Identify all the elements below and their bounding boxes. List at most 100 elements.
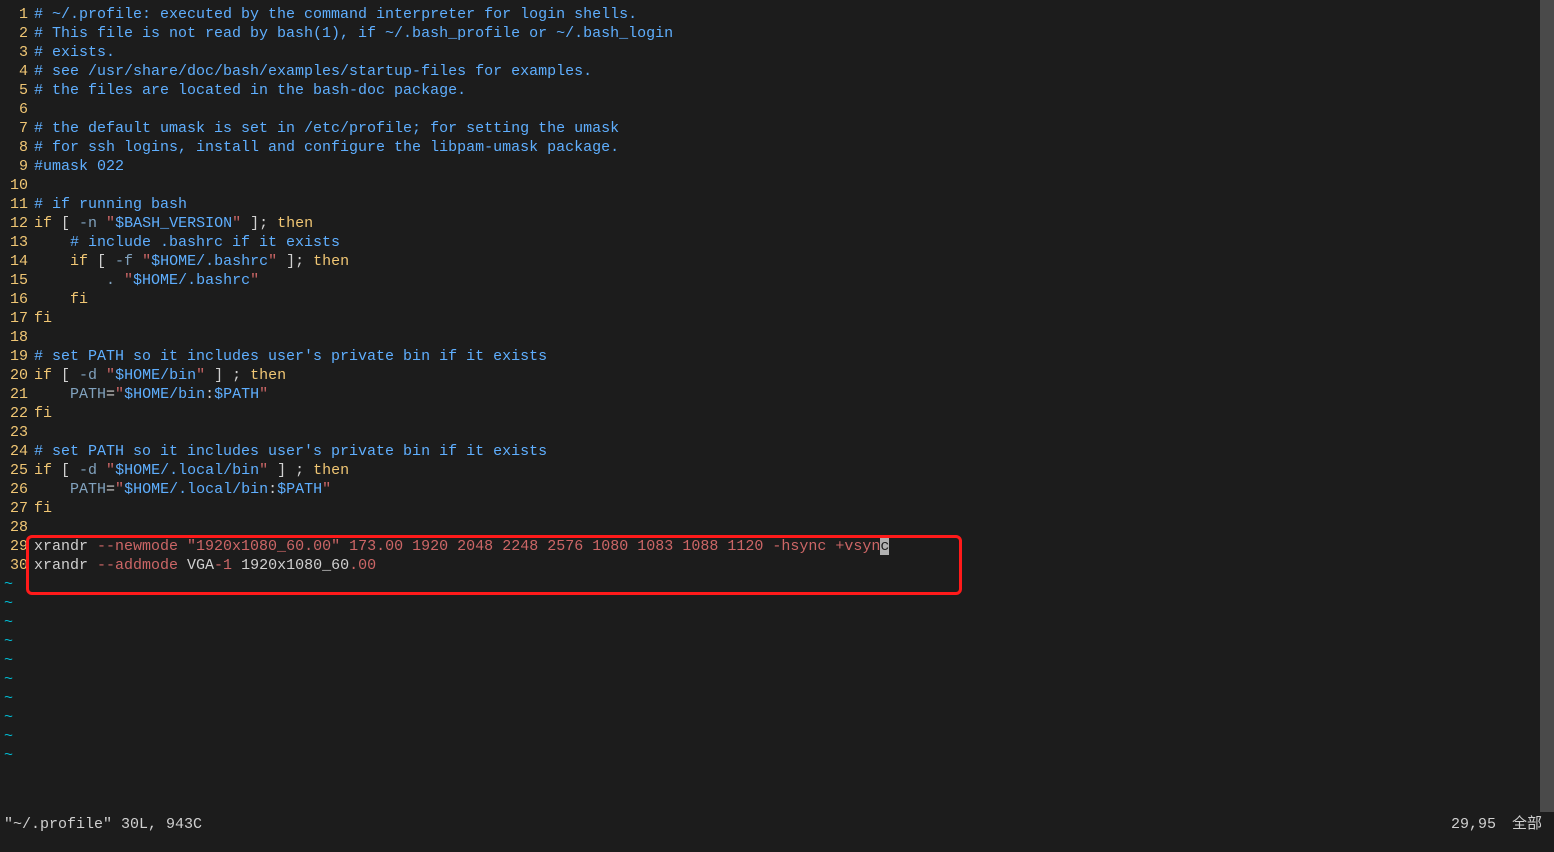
line-number: 8	[0, 138, 34, 157]
empty-line-tilde: ~	[0, 594, 1554, 613]
line-content[interactable]: # This file is not read by bash(1), if ~…	[34, 24, 1554, 43]
code-line[interactable]: 27fi	[0, 499, 1554, 518]
empty-line-tilde: ~	[0, 651, 1554, 670]
line-content[interactable]: if [ -f "$HOME/.bashrc" ]; then	[34, 252, 1554, 271]
status-bar: "~/.profile" 30L, 943C 29,95 全部	[4, 815, 1550, 834]
line-content[interactable]: if [ -d "$HOME/.local/bin" ] ; then	[34, 461, 1554, 480]
code-line[interactable]: 24# set PATH so it includes user's priva…	[0, 442, 1554, 461]
line-content[interactable]	[34, 176, 1554, 195]
line-content[interactable]: # set PATH so it includes user's private…	[34, 347, 1554, 366]
code-line[interactable]: 4# see /usr/share/doc/bash/examples/star…	[0, 62, 1554, 81]
line-content[interactable]: PATH="$HOME/.local/bin:$PATH"	[34, 480, 1554, 499]
line-number: 7	[0, 119, 34, 138]
code-line[interactable]: 11# if running bash	[0, 195, 1554, 214]
code-line[interactable]: 15 . "$HOME/.bashrc"	[0, 271, 1554, 290]
line-content[interactable]: fi	[34, 309, 1554, 328]
code-line[interactable]: 16 fi	[0, 290, 1554, 309]
line-number: 29	[0, 537, 34, 556]
line-number: 11	[0, 195, 34, 214]
line-content[interactable]: # exists.	[34, 43, 1554, 62]
code-line[interactable]: 5# the files are located in the bash-doc…	[0, 81, 1554, 100]
code-line[interactable]: 29xrandr --newmode "1920x1080_60.00" 173…	[0, 537, 1554, 556]
line-number: 15	[0, 271, 34, 290]
line-content[interactable]: xrandr --addmode VGA-1 1920x1080_60.00	[34, 556, 1554, 575]
line-number: 27	[0, 499, 34, 518]
code-line[interactable]: 23	[0, 423, 1554, 442]
code-line[interactable]: 7# the default umask is set in /etc/prof…	[0, 119, 1554, 138]
line-number: 25	[0, 461, 34, 480]
code-line[interactable]: 8# for ssh logins, install and configure…	[0, 138, 1554, 157]
code-line[interactable]: 12if [ -n "$BASH_VERSION" ]; then	[0, 214, 1554, 233]
empty-line-tilde: ~	[0, 575, 1554, 594]
line-number: 9	[0, 157, 34, 176]
line-number: 21	[0, 385, 34, 404]
vertical-scrollbar[interactable]	[1540, 0, 1554, 812]
code-line[interactable]: 1# ~/.profile: executed by the command i…	[0, 5, 1554, 24]
line-number: 24	[0, 442, 34, 461]
code-line[interactable]: 26 PATH="$HOME/.local/bin:$PATH"	[0, 480, 1554, 499]
line-content[interactable]: # include .bashrc if it exists	[34, 233, 1554, 252]
code-line[interactable]: 2# This file is not read by bash(1), if …	[0, 24, 1554, 43]
line-number: 2	[0, 24, 34, 43]
status-view: 全部	[1512, 815, 1550, 834]
line-content[interactable]: # see /usr/share/doc/bash/examples/start…	[34, 62, 1554, 81]
line-number: 4	[0, 62, 34, 81]
code-line[interactable]: 22fi	[0, 404, 1554, 423]
line-content[interactable]	[34, 100, 1554, 119]
code-line[interactable]: 13 # include .bashrc if it exists	[0, 233, 1554, 252]
line-content[interactable]: fi	[34, 499, 1554, 518]
code-line[interactable]: 18	[0, 328, 1554, 347]
code-line[interactable]: 10	[0, 176, 1554, 195]
line-content[interactable]: # ~/.profile: executed by the command in…	[34, 5, 1554, 24]
line-content[interactable]	[34, 423, 1554, 442]
line-content[interactable]: #umask 022	[34, 157, 1554, 176]
empty-line-tilde: ~	[0, 613, 1554, 632]
line-content[interactable]	[34, 328, 1554, 347]
code-line[interactable]: 19# set PATH so it includes user's priva…	[0, 347, 1554, 366]
line-content[interactable]: fi	[34, 290, 1554, 309]
code-line[interactable]: 3# exists.	[0, 43, 1554, 62]
code-line[interactable]: 9#umask 022	[0, 157, 1554, 176]
line-content[interactable]: # for ssh logins, install and configure …	[34, 138, 1554, 157]
line-content[interactable]: xrandr --newmode "1920x1080_60.00" 173.0…	[34, 537, 1554, 556]
code-line[interactable]: 30xrandr --addmode VGA-1 1920x1080_60.00	[0, 556, 1554, 575]
code-line[interactable]: 6	[0, 100, 1554, 119]
line-number: 26	[0, 480, 34, 499]
line-number: 12	[0, 214, 34, 233]
line-number: 6	[0, 100, 34, 119]
code-line[interactable]: 17fi	[0, 309, 1554, 328]
line-content[interactable]: . "$HOME/.bashrc"	[34, 271, 1554, 290]
empty-line-tilde: ~	[0, 727, 1554, 746]
code-line[interactable]: 20if [ -d "$HOME/bin" ] ; then	[0, 366, 1554, 385]
line-content[interactable]	[34, 518, 1554, 537]
line-content[interactable]: # the files are located in the bash-doc …	[34, 81, 1554, 100]
line-number: 10	[0, 176, 34, 195]
line-content[interactable]: # if running bash	[34, 195, 1554, 214]
code-line[interactable]: 21 PATH="$HOME/bin:$PATH"	[0, 385, 1554, 404]
empty-line-tilde: ~	[0, 746, 1554, 765]
line-number: 5	[0, 81, 34, 100]
code-line[interactable]: 25if [ -d "$HOME/.local/bin" ] ; then	[0, 461, 1554, 480]
code-line[interactable]: 28	[0, 518, 1554, 537]
line-number: 18	[0, 328, 34, 347]
line-content[interactable]: # set PATH so it includes user's private…	[34, 442, 1554, 461]
empty-line-tilde: ~	[0, 708, 1554, 727]
line-content[interactable]: PATH="$HOME/bin:$PATH"	[34, 385, 1554, 404]
line-number: 28	[0, 518, 34, 537]
line-content[interactable]: if [ -n "$BASH_VERSION" ]; then	[34, 214, 1554, 233]
line-number: 16	[0, 290, 34, 309]
line-number: 22	[0, 404, 34, 423]
line-number: 30	[0, 556, 34, 575]
line-number: 20	[0, 366, 34, 385]
status-filename: "~/.profile" 30L, 943C	[4, 815, 1451, 834]
scrollbar-thumb[interactable]	[1540, 0, 1554, 812]
line-content[interactable]: # the default umask is set in /etc/profi…	[34, 119, 1554, 138]
status-position: 29,95	[1451, 815, 1512, 834]
empty-line-tilde: ~	[0, 689, 1554, 708]
code-line[interactable]: 14 if [ -f "$HOME/.bashrc" ]; then	[0, 252, 1554, 271]
line-number: 1	[0, 5, 34, 24]
line-number: 3	[0, 43, 34, 62]
line-content[interactable]: fi	[34, 404, 1554, 423]
line-content[interactable]: if [ -d "$HOME/bin" ] ; then	[34, 366, 1554, 385]
editor-area[interactable]: 1# ~/.profile: executed by the command i…	[0, 0, 1554, 765]
